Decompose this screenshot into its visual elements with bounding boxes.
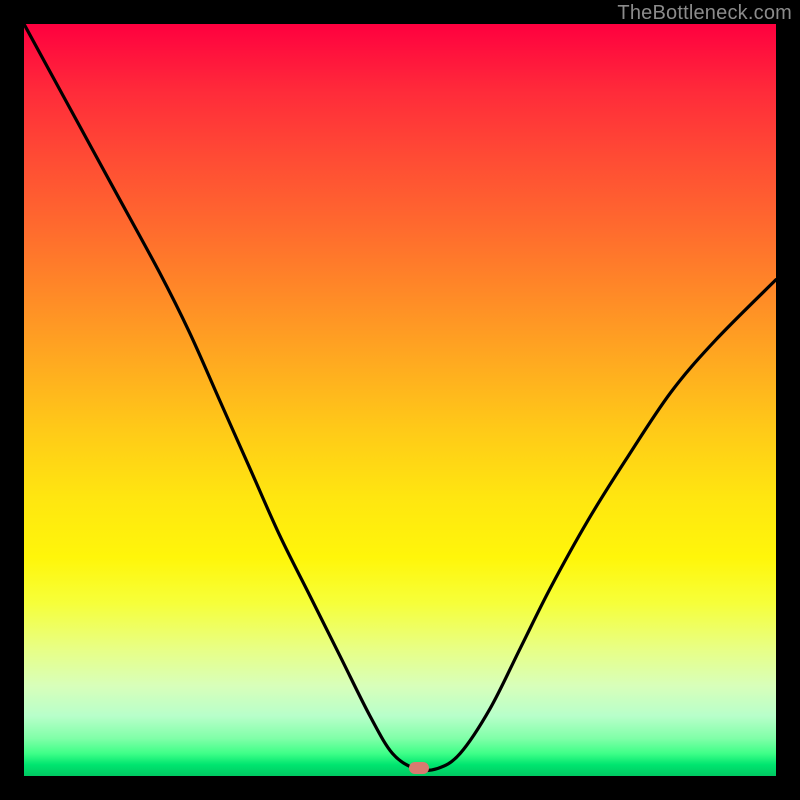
- bottleneck-curve: [24, 24, 776, 776]
- curve-path: [24, 24, 776, 770]
- watermark-text: TheBottleneck.com: [617, 2, 792, 25]
- optimal-marker: [409, 762, 429, 774]
- chart-frame: TheBottleneck.com: [0, 0, 800, 800]
- plot-area: [24, 24, 776, 776]
